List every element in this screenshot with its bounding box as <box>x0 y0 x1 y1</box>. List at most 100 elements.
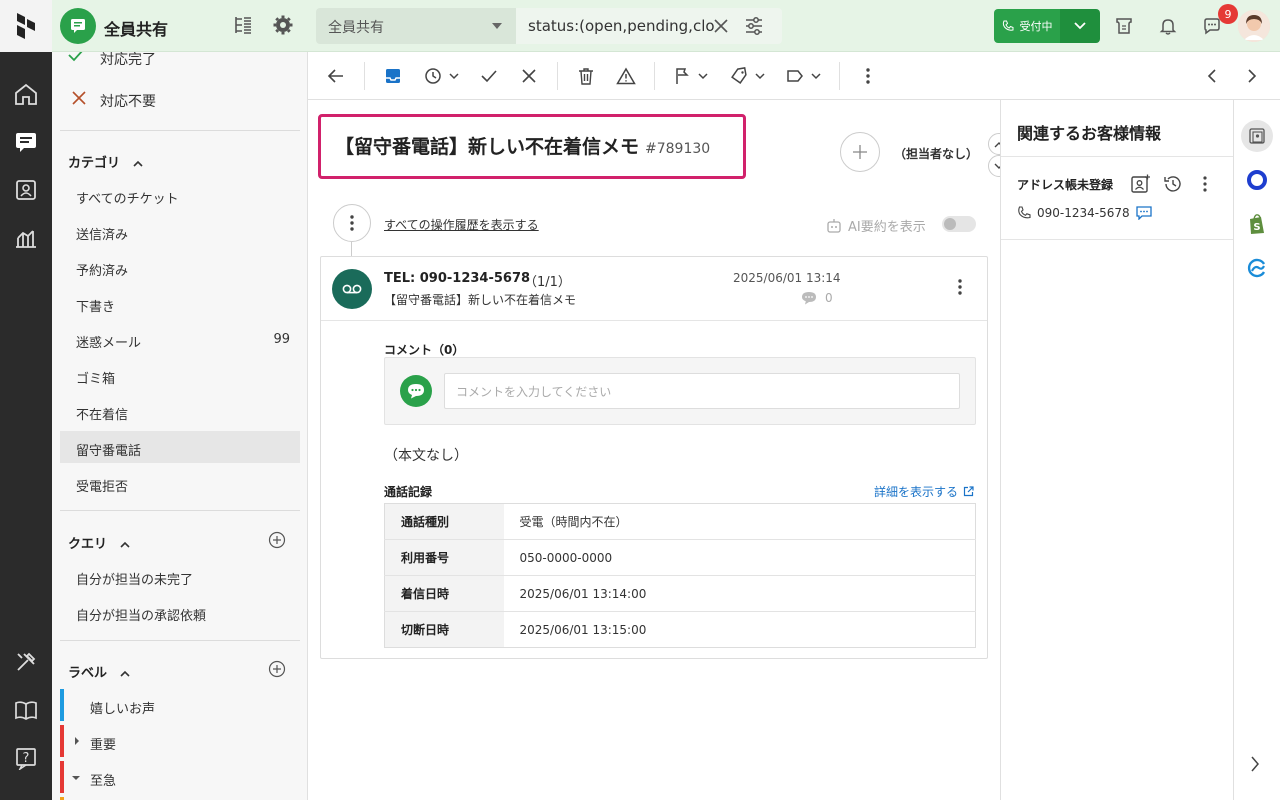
table-row: 利用番号 050-0000-0000 <box>384 539 976 576</box>
sidebar-label-urgent[interactable]: 至急 <box>60 761 300 793</box>
status-dropdown-button[interactable] <box>1060 9 1100 43</box>
add-label-plus-icon[interactable] <box>268 660 286 678</box>
sidebar-item-voicemail[interactable]: 留守番電話 <box>60 431 300 463</box>
gear-icon[interactable] <box>272 14 294 36</box>
tools-icon[interactable] <box>0 644 52 680</box>
ring-app-icon[interactable] <box>1241 164 1273 196</box>
chevron-up-icon <box>132 160 143 167</box>
sidebar-item-trash[interactable]: ゴミ箱 <box>60 359 300 391</box>
next-ticket-chevron-right-icon[interactable] <box>1240 64 1264 88</box>
contact-card-app-icon[interactable] <box>1241 120 1273 152</box>
back-arrow-icon[interactable] <box>324 64 348 88</box>
reports-icon[interactable] <box>0 220 52 256</box>
sms-message-icon[interactable] <box>1136 206 1152 220</box>
ai-summary-label: AI要約を表示 <box>848 220 926 235</box>
home-icon[interactable] <box>0 76 52 112</box>
sidebar-item-not-needed[interactable]: 対応不要 <box>60 82 300 114</box>
sidebar-item-my-open[interactable]: 自分が担当の未完了 <box>60 560 300 592</box>
sidebar-item-sent[interactable]: 送信済み <box>60 215 300 247</box>
help-icon[interactable]: ? <box>0 740 52 776</box>
tag-icon[interactable] <box>728 64 768 88</box>
comment-box: コメントを入力してください <box>384 357 976 425</box>
table-row: 切断日時 2025/06/01 13:15:00 <box>384 611 976 648</box>
sidebar-item-label: 留守番電話 <box>76 444 142 459</box>
check-icon[interactable] <box>477 64 501 88</box>
divider <box>1001 239 1234 240</box>
ai-summary-toggle-label[interactable]: AI要約を表示 <box>826 216 926 235</box>
swirl-app-icon[interactable] <box>1241 252 1273 284</box>
ticket-title[interactable]: 【留守番電話】新しい不在着信メモ <box>335 136 639 158</box>
previous-ticket-chevron-left-icon[interactable] <box>1200 64 1224 88</box>
sidebar-label-happy-voice[interactable]: 嬉しいお声 <box>60 689 300 721</box>
sidebar-item-label: 重要 <box>90 738 117 753</box>
history-more-button[interactable] <box>333 204 371 242</box>
external-link-icon <box>963 486 974 497</box>
message-more-vertical-icon[interactable] <box>958 279 962 295</box>
sidebar: 対応完了 対応不要 カテゴリ すべてのチケット 送信済み 予約済み 下書き 迷惑… <box>52 52 308 800</box>
chevron-up-icon <box>119 541 130 548</box>
category-header[interactable]: カテゴリ <box>68 152 143 171</box>
query-header[interactable]: クエリ <box>68 533 130 552</box>
close-icon[interactable] <box>517 64 541 88</box>
category-header-label: カテゴリ <box>68 156 121 171</box>
top-bar: 全員共有 全員共有 status:(open,pending,clo 受付中 9 <box>52 0 1280 52</box>
announcement-icon[interactable] <box>1114 16 1134 36</box>
contacts-icon[interactable] <box>0 172 52 208</box>
shopify-icon[interactable]: S <box>1241 208 1273 240</box>
tree-view-icon[interactable] <box>232 14 254 36</box>
voicemail-icon <box>332 269 372 309</box>
sidebar-item-label: 嬉しいお声 <box>90 702 156 717</box>
ticket-toolbar <box>308 52 1280 100</box>
more-vertical-icon[interactable] <box>856 64 880 88</box>
manual-book-icon[interactable] <box>0 692 52 728</box>
customer-more-vertical-icon[interactable] <box>1203 176 1207 192</box>
message-header[interactable]: TEL: 090-1234-5678 （1/1） 【留守番電話】新しい不在着信メ… <box>321 257 987 321</box>
show-details-link[interactable]: 詳細を表示する <box>874 483 974 500</box>
sidebar-item-scheduled[interactable]: 予約済み <box>60 251 300 283</box>
sidebar-item-my-approvals[interactable]: 自分が担当の承認依頼 <box>60 596 300 628</box>
sidebar-item-rejected-calls[interactable]: 受電拒否 <box>60 467 300 499</box>
add-query-plus-icon[interactable] <box>268 531 286 549</box>
user-avatar[interactable] <box>1238 10 1270 42</box>
flag-icon[interactable] <box>671 64 711 88</box>
filter-settings-icon[interactable] <box>744 15 764 37</box>
caret-right-icon[interactable] <box>74 737 80 745</box>
customer-panel-title: 関連するお客様情報 <box>1017 124 1162 143</box>
assign-user-button[interactable] <box>840 132 880 172</box>
sidebar-label-important[interactable]: 重要 <box>60 725 300 757</box>
reception-status-button[interactable]: 受付中 <box>994 9 1060 43</box>
sidebar-item-spam[interactable]: 迷惑メール 99 <box>60 323 300 355</box>
inbox-tray-icon[interactable] <box>381 64 405 88</box>
customer-phone: 090-1234-5678 <box>1017 206 1152 220</box>
sidebar-item-label: 至急 <box>90 774 117 789</box>
message-card: TEL: 090-1234-5678 （1/1） 【留守番電話】新しい不在着信メ… <box>320 256 988 659</box>
add-contact-icon[interactable] <box>1131 174 1151 194</box>
sidebar-item-all-tickets[interactable]: すべてのチケット <box>60 179 300 211</box>
show-history-link[interactable]: すべての操作履歴を表示する <box>384 216 539 233</box>
comment-input[interactable]: コメントを入力してください <box>444 373 960 409</box>
tickets-icon[interactable] <box>0 124 52 160</box>
sidebar-item-missed-calls[interactable]: 不在着信 <box>60 395 300 427</box>
trash-icon[interactable] <box>574 64 598 88</box>
clear-query-close-icon[interactable] <box>712 17 730 35</box>
sidebar-item-drafts[interactable]: 下書き <box>60 287 300 319</box>
label-icon[interactable] <box>784 64 824 88</box>
inbox-title[interactable]: 全員共有 <box>104 16 168 40</box>
view-select-value: 全員共有 <box>328 20 384 36</box>
bell-icon[interactable] <box>1158 16 1178 36</box>
app-logo[interactable] <box>0 0 52 52</box>
sidebar-item-resolved[interactable]: 対応完了 <box>60 52 300 72</box>
sidebar-item-label: 下書き <box>76 300 116 315</box>
history-icon[interactable] <box>1163 174 1183 194</box>
view-select[interactable]: 全員共有 <box>316 8 516 44</box>
message-body: （本文なし） <box>384 448 468 464</box>
customer-phone-number[interactable]: 090-1234-5678 <box>1037 206 1130 220</box>
spam-warning-icon[interactable] <box>614 64 638 88</box>
label-header[interactable]: ラベル <box>68 662 130 681</box>
snooze-clock-icon[interactable] <box>422 64 462 88</box>
ai-summary-toggle[interactable] <box>942 216 976 232</box>
expand-panel-chevron-right-icon[interactable] <box>1250 756 1260 772</box>
query-header-label: クエリ <box>68 537 108 552</box>
search-query-input[interactable]: status:(open,pending,clo <box>516 8 782 44</box>
caret-down-icon[interactable] <box>72 775 80 781</box>
